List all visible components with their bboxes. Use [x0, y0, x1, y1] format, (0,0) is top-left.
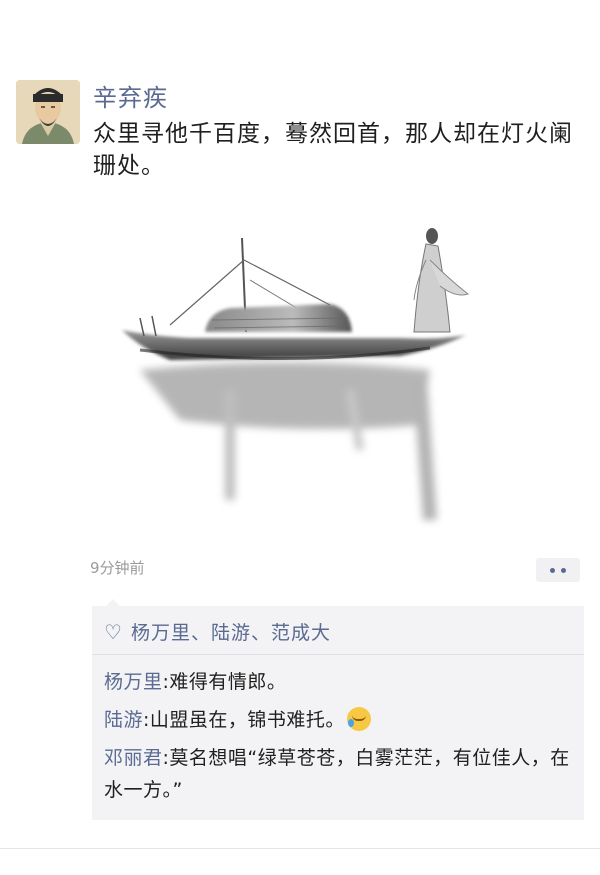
- comment-text: :莫名想唱“绿草苍苍，白雾茫茫，有位佳人，在水一方。”: [104, 747, 570, 801]
- panel-divider: [92, 654, 584, 655]
- bottom-divider: [0, 848, 600, 849]
- comment-text: :难得有情郎。: [162, 671, 287, 693]
- comment-item[interactable]: 杨万里:难得有情郎。: [104, 666, 574, 698]
- comment-text: :山盟虽在，锦书难托。: [143, 709, 345, 731]
- crying-face-icon: [346, 707, 371, 731]
- comment-author[interactable]: 邓丽君: [104, 747, 163, 769]
- comment-item[interactable]: 陆游:山盟虽在，锦书难托。: [104, 704, 574, 736]
- panel-pointer: [106, 599, 120, 606]
- post-image[interactable]: [100, 220, 480, 530]
- interaction-panel: ♡ 杨万里、陆游、范成大 杨万里:难得有情郎。 陆游:山盟虽在，锦书难托。 邓丽…: [92, 599, 584, 820]
- comment-author[interactable]: 杨万里: [104, 671, 163, 693]
- post-text: 众里寻他千百度，蓦然回首，那人却在灯火阑珊处。: [93, 121, 573, 179]
- likes-names[interactable]: 杨万里、陆游、范成大: [131, 618, 331, 645]
- more-dot-icon: [561, 567, 566, 573]
- ink-painting-boat-icon: [122, 228, 470, 521]
- post-timestamp: 9分钟前: [90, 559, 145, 577]
- comment-item[interactable]: 邓丽君:莫名想唱“绿草苍苍，白雾茫茫，有位佳人，在水一方。”: [104, 742, 574, 806]
- likes-row: ♡ 杨万里、陆游、范成大: [104, 618, 331, 645]
- comment-author[interactable]: 陆游: [104, 709, 143, 731]
- heart-icon: ♡: [104, 619, 123, 644]
- more-actions-button[interactable]: [536, 558, 580, 582]
- comments-list: 杨万里:难得有情郎。 陆游:山盟虽在，锦书难托。 邓丽君:莫名想唱“绿草苍苍，白…: [104, 666, 574, 812]
- ancient-scholar-avatar-icon: [16, 80, 80, 144]
- author-avatar[interactable]: [16, 80, 80, 144]
- more-dot-icon: [550, 567, 555, 573]
- author-name[interactable]: 辛弃疾: [93, 78, 168, 113]
